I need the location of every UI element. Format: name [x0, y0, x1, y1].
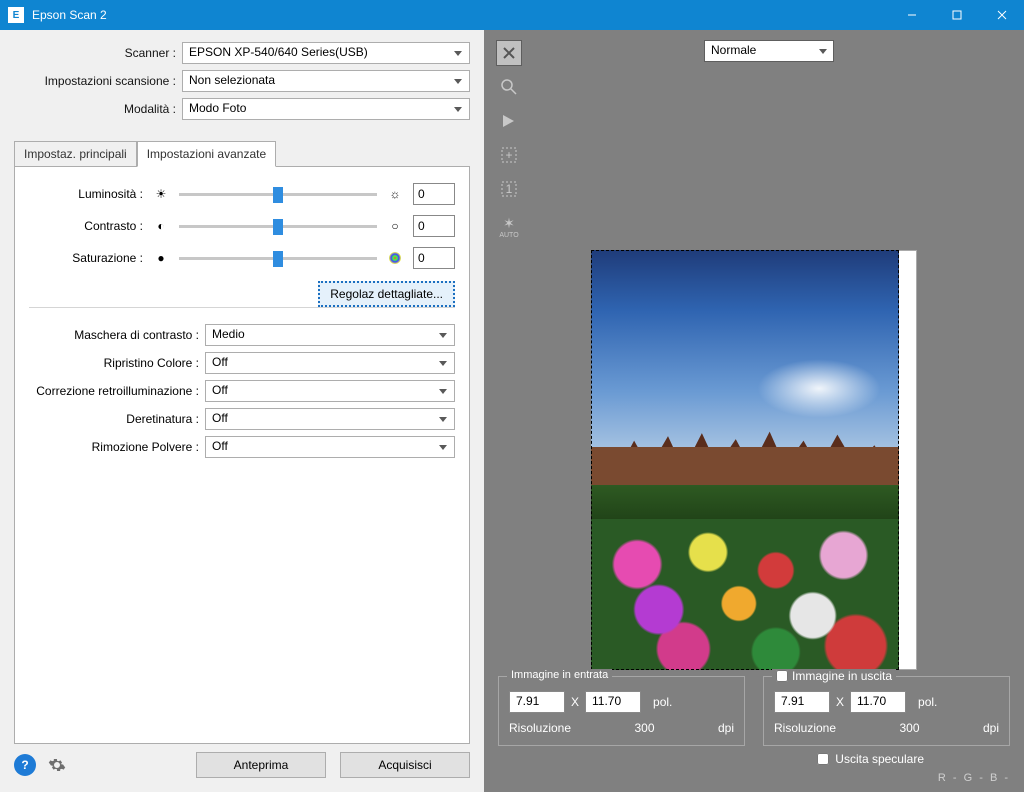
saturation-high-icon: [387, 250, 403, 266]
sun-dim-icon: ☀: [153, 186, 169, 202]
tab-main-settings[interactable]: Impostaz. principali: [14, 141, 137, 167]
backlight-select[interactable]: Off: [205, 380, 455, 402]
help-button[interactable]: ?: [14, 754, 36, 776]
contrast-label: Contrasto :: [29, 219, 149, 233]
svg-text:+: +: [505, 148, 512, 162]
mode-select[interactable]: Modo Foto: [182, 98, 470, 120]
scanner-label: Scanner :: [14, 46, 182, 60]
marquee-1-icon[interactable]: 1: [496, 176, 522, 202]
output-res-label: Risoluzione: [774, 721, 836, 735]
output-width[interactable]: 7.91: [774, 691, 830, 713]
backlight-label: Correzione retroilluminazione :: [29, 384, 205, 398]
mode-value: Modo Foto: [189, 101, 246, 115]
window-titlebar: E Epson Scan 2: [0, 0, 1024, 30]
input-res-unit: dpi: [718, 721, 734, 735]
tab-advanced-settings[interactable]: Impostazioni avanzate: [137, 141, 276, 167]
input-height[interactable]: 11.70: [585, 691, 641, 713]
dust-label: Rimozione Polvere :: [29, 440, 205, 454]
output-height[interactable]: 11.70: [850, 691, 906, 713]
dust-select[interactable]: Off: [205, 436, 455, 458]
rotate-icon[interactable]: [496, 108, 522, 134]
app-icon: E: [8, 7, 24, 23]
color-restore-select[interactable]: Off: [205, 352, 455, 374]
maximize-button[interactable]: [934, 0, 979, 30]
color-restore-label: Ripristino Colore :: [29, 356, 205, 370]
unsharp-label: Maschera di contrasto :: [29, 328, 205, 342]
saturation-input[interactable]: [413, 247, 455, 269]
brightness-slider[interactable]: [179, 193, 377, 196]
tab-body-advanced: Luminosità : ☀ ☼ Contrasto : ◐ ○: [14, 166, 470, 744]
output-res-unit: dpi: [983, 721, 999, 735]
brightness-label: Luminosità :: [29, 187, 149, 201]
scan-settings-label: Impostazioni scansione :: [14, 74, 182, 88]
close-button[interactable]: [979, 0, 1024, 30]
output-enable-checkbox[interactable]: [776, 670, 788, 682]
mirror-label: Uscita speculare: [835, 752, 924, 766]
mode-label: Modalità :: [14, 102, 182, 116]
zoom-icon[interactable]: [496, 74, 522, 100]
input-unit: pol.: [653, 695, 672, 709]
contrast-low-icon: ◐: [153, 218, 169, 234]
selection-marquee[interactable]: [591, 250, 899, 670]
contrast-slider[interactable]: [179, 225, 377, 228]
minimize-button[interactable]: [889, 0, 934, 30]
unsharp-select[interactable]: Medio: [205, 324, 455, 346]
scan-settings-select[interactable]: Non selezionata: [182, 70, 470, 92]
svg-text:1: 1: [506, 182, 513, 196]
window-title: Epson Scan 2: [32, 8, 889, 22]
scanner-value: EPSON XP-540/640 Series(USB): [189, 45, 368, 59]
add-marquee-icon[interactable]: +: [496, 142, 522, 168]
mirror-checkbox[interactable]: [817, 753, 829, 765]
output-image-title: Immagine in uscita: [772, 669, 896, 683]
input-res-value: 300: [635, 721, 655, 735]
brightness-input[interactable]: [413, 183, 455, 205]
auto-icon[interactable]: ✶AUTO: [496, 210, 522, 244]
preview-canvas[interactable]: [591, 250, 917, 670]
descreen-select[interactable]: Off: [205, 408, 455, 430]
input-image-title: Immagine in entrata: [507, 669, 612, 681]
output-image-info: Immagine in uscita 7.91 X 11.70 pol. Ris…: [763, 676, 1010, 746]
descreen-label: Deretinatura :: [29, 412, 205, 426]
output-res-value: 300: [900, 721, 920, 735]
input-res-label: Risoluzione: [509, 721, 571, 735]
preview-button[interactable]: Anteprima: [196, 752, 326, 778]
sun-bright-icon: ☼: [387, 186, 403, 202]
preview-panel: + 1 ✶AUTO Normale Immagine in entrata: [484, 30, 1024, 792]
saturation-label: Saturazione :: [29, 251, 149, 265]
settings-panel: Scanner : EPSON XP-540/640 Series(USB) I…: [0, 30, 484, 792]
detailed-adjustments-button[interactable]: Regolaz dettagliate...: [318, 281, 455, 307]
scan-button[interactable]: Acquisisci: [340, 752, 470, 778]
contrast-input[interactable]: [413, 215, 455, 237]
input-image-info: Immagine in entrata 7.91 X 11.70 pol. Ri…: [498, 676, 745, 746]
input-width[interactable]: 7.91: [509, 691, 565, 713]
view-mode-select[interactable]: Normale: [704, 40, 834, 62]
saturation-slider[interactable]: [179, 257, 377, 260]
contrast-high-icon: ○: [387, 218, 403, 234]
settings-gear-button[interactable]: [46, 754, 68, 776]
rgb-readout: R - G - B -: [484, 770, 1024, 792]
scanner-select[interactable]: EPSON XP-540/640 Series(USB): [182, 42, 470, 64]
scan-settings-value: Non selezionata: [189, 73, 275, 87]
divider: [29, 307, 455, 308]
clear-selection-button[interactable]: [496, 40, 522, 66]
output-unit: pol.: [918, 695, 937, 709]
saturation-low-icon: ●: [153, 250, 169, 266]
